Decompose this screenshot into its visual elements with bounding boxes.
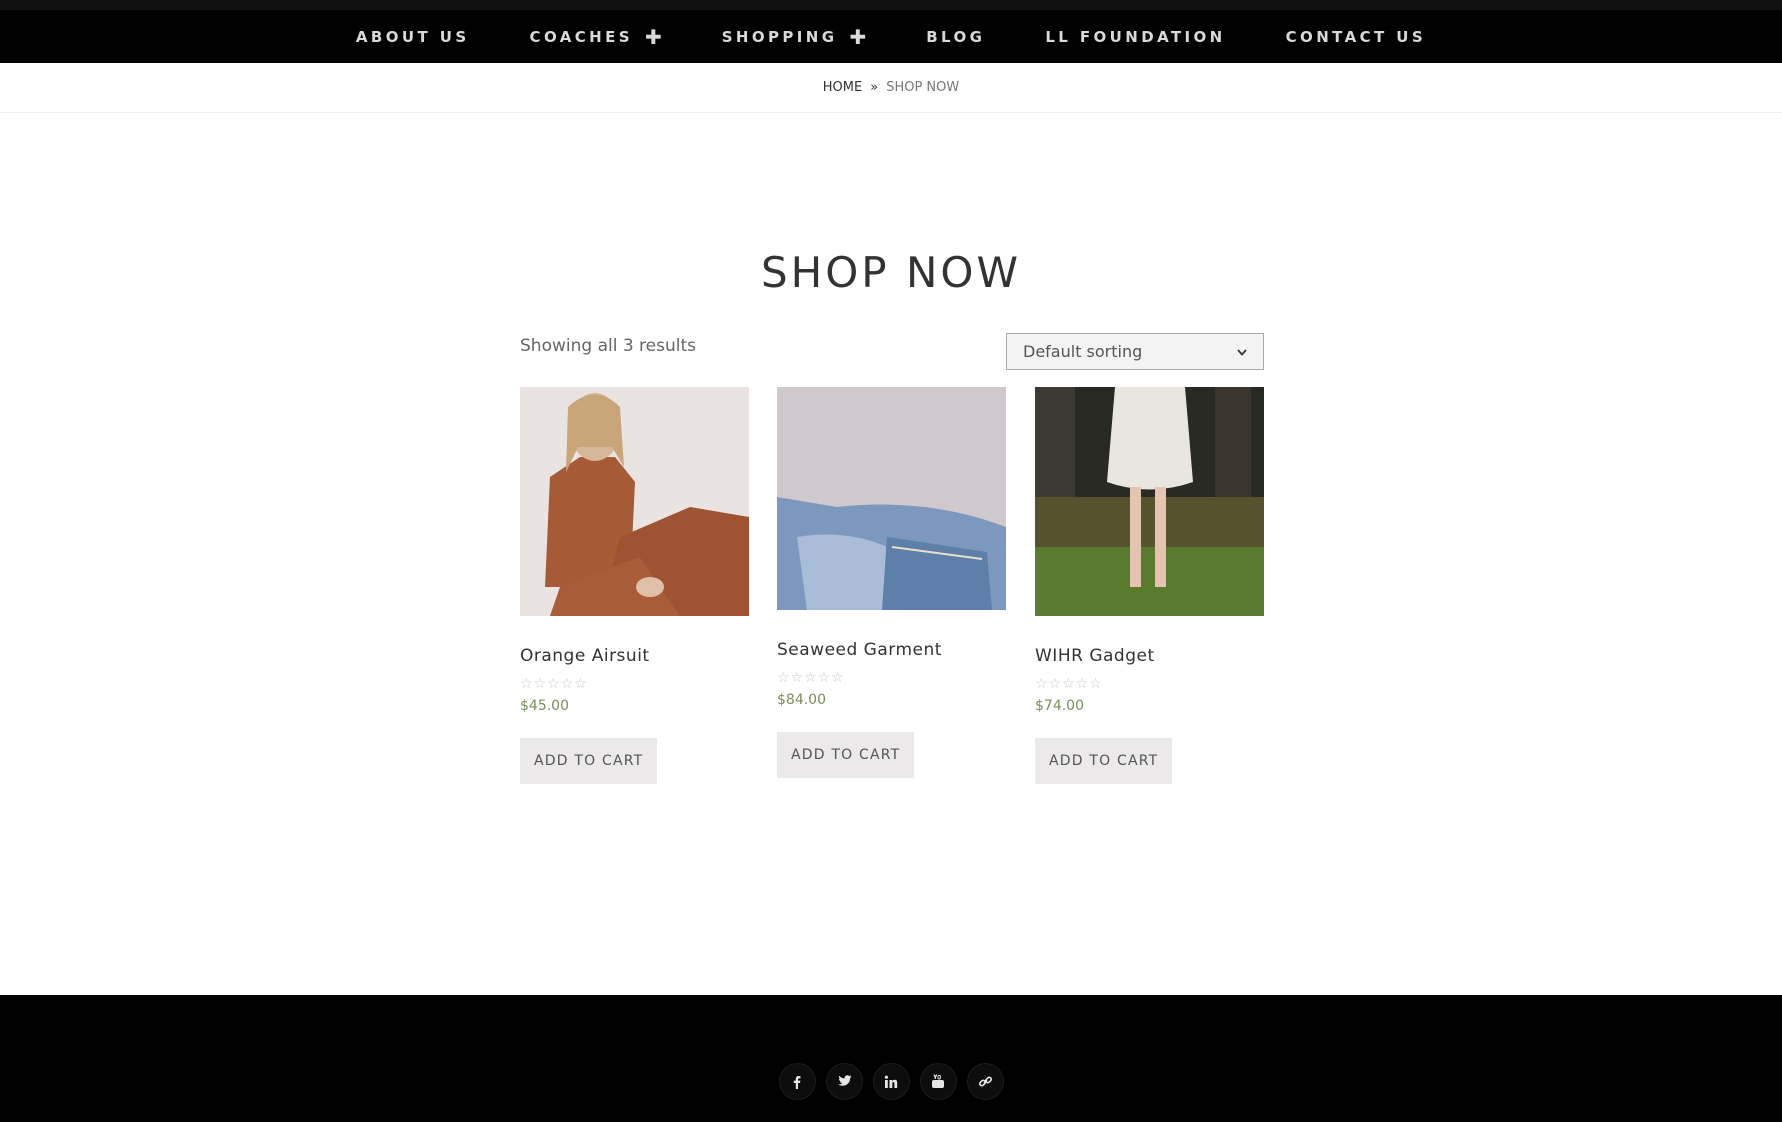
link-icon[interactable] [966, 1063, 1004, 1100]
product-image[interactable] [520, 387, 749, 616]
breadcrumb-separator-icon: » [870, 80, 879, 95]
product-price: $74.00 [1035, 698, 1084, 714]
product-card: Seaweed Garment ☆☆☆☆☆ $84.00 ADD TO CART [777, 387, 1006, 778]
add-to-cart-button[interactable]: ADD TO CART [520, 738, 658, 784]
product-name[interactable]: Seaweed Garment [777, 640, 1006, 660]
nav-item-coaches[interactable]: COACHES ✚ [530, 27, 662, 47]
product-image[interactable] [777, 387, 1006, 610]
add-to-cart-button[interactable]: ADD TO CART [1035, 738, 1173, 784]
product-name[interactable]: WIHR Gadget [1035, 646, 1264, 666]
product-price: $84.00 [777, 692, 826, 708]
nav-item-label: SHOPPING [721, 27, 838, 46]
star-rating: ☆☆☆☆☆ [1035, 676, 1103, 692]
social-links [0, 1063, 1782, 1100]
nav-item-label: BLOG [926, 27, 986, 46]
main-nav: ABOUT US COACHES ✚ SHOPPING ✚ BLOG LL FOUN… [0, 0, 1782, 63]
facebook-icon[interactable] [778, 1063, 816, 1100]
product-card: WIHR Gadget ☆☆☆☆☆ $74.00 ADD TO CART [1035, 387, 1264, 784]
nav-item-label: COACHES [529, 27, 633, 46]
nav-item-shopping[interactable]: SHOPPING ✚ [722, 27, 867, 47]
nav-item-label: CONTACT US [1285, 27, 1427, 46]
page-title: SHOP NOW [761, 248, 1021, 297]
footer [0, 995, 1782, 1122]
breadcrumb-current: SHOP NOW [886, 80, 960, 95]
breadcrumb-home-link[interactable]: HOME [823, 80, 862, 95]
plus-icon[interactable]: ✚ [645, 27, 662, 47]
product-name[interactable]: Orange Airsuit [520, 646, 749, 666]
product-price: $45.00 [520, 698, 569, 714]
nav-item-blog[interactable]: BLOG [926, 28, 985, 46]
nav-item-label: LL FOUNDATION [1045, 27, 1226, 46]
nav-item-label: ABOUT US [355, 27, 470, 46]
star-rating: ☆☆☆☆☆ [777, 670, 845, 686]
result-count: Showing all 3 results [520, 336, 697, 356]
sorting-selected-value: Default sorting [1023, 342, 1143, 361]
nav-item-contact-us[interactable]: CONTACT US [1286, 28, 1426, 46]
star-rating: ☆☆☆☆☆ [520, 676, 588, 692]
linkedin-icon[interactable] [872, 1063, 910, 1100]
product-card: Orange Airsuit ☆☆☆☆☆ $45.00 ADD TO CART [520, 387, 749, 784]
sorting-select[interactable]: Default sorting [1006, 333, 1264, 370]
nav-item-ll-foundation[interactable]: LL FOUNDATION [1045, 28, 1225, 46]
youtube-icon[interactable] [919, 1063, 957, 1100]
twitter-icon[interactable] [825, 1063, 863, 1100]
nav-item-about-us[interactable]: ABOUT US [356, 28, 470, 46]
breadcrumb: HOME » SHOP NOW [0, 63, 1782, 113]
plus-icon[interactable]: ✚ [849, 27, 866, 47]
add-to-cart-button[interactable]: ADD TO CART [777, 732, 915, 778]
product-image[interactable] [1035, 387, 1264, 616]
chevron-down-icon [1237, 345, 1247, 359]
